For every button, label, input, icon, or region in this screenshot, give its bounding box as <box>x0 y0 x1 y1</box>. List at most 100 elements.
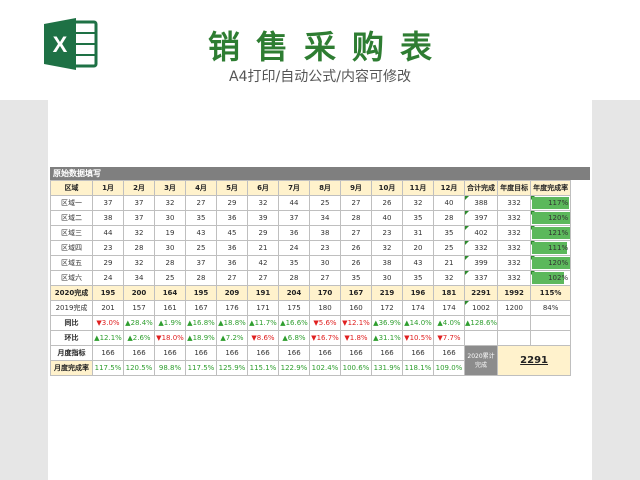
month-value[interactable]: 166 <box>433 345 465 361</box>
change-cell[interactable]: ▲18.8% <box>216 315 248 331</box>
month-value[interactable]: 29 <box>247 225 279 241</box>
column-header[interactable]: 6月 <box>247 180 279 196</box>
month-value[interactable]: 24 <box>278 240 310 256</box>
month-value[interactable]: 37 <box>185 255 217 271</box>
month-value[interactable]: 201 <box>92 300 124 316</box>
month-value[interactable]: 28 <box>154 255 186 271</box>
change-cell[interactable]: ▲6.8% <box>278 330 310 346</box>
month-value[interactable]: 30 <box>154 210 186 226</box>
column-header[interactable]: 4月 <box>185 180 217 196</box>
change-cell[interactable]: ▼10.5% <box>402 330 434 346</box>
month-value[interactable]: 37 <box>123 195 155 211</box>
change-cell[interactable]: ▼5.6% <box>309 315 341 331</box>
month-value[interactable]: 170 <box>309 285 341 301</box>
change-cell[interactable]: ▲16.6% <box>278 315 310 331</box>
month-value[interactable]: 166 <box>402 345 434 361</box>
column-header[interactable]: 区域 <box>50 180 93 196</box>
column-header[interactable]: 3月 <box>154 180 186 196</box>
month-value[interactable]: 38 <box>92 210 124 226</box>
month-value[interactable]: 171 <box>247 300 279 316</box>
change-cell[interactable]: ▼7.7% <box>433 330 465 346</box>
month-value[interactable]: 23 <box>92 240 124 256</box>
month-value[interactable]: 180 <box>309 300 341 316</box>
empty-cell[interactable] <box>530 330 572 346</box>
month-value[interactable]: 28 <box>433 210 465 226</box>
month-value[interactable]: 34 <box>123 270 155 286</box>
column-header[interactable]: 合计完成 <box>463 180 499 196</box>
month-value[interactable]: 117.5% <box>92 360 124 376</box>
target-value[interactable]: 332 <box>497 225 532 241</box>
month-value[interactable]: 27 <box>340 195 372 211</box>
month-value[interactable]: 36 <box>216 210 248 226</box>
rate-value[interactable]: 115% <box>530 285 572 301</box>
month-value[interactable]: 219 <box>371 285 403 301</box>
month-value[interactable]: 166 <box>154 345 186 361</box>
row-label[interactable]: 2019完成 <box>50 300 93 316</box>
month-value[interactable]: 29 <box>92 255 124 271</box>
month-value[interactable]: 23 <box>309 240 341 256</box>
total-value[interactable]: 402 <box>463 225 499 241</box>
change-cell[interactable]: ▲36.9% <box>371 315 403 331</box>
cumulative-label[interactable]: 2020累计完成 <box>463 345 499 376</box>
month-value[interactable]: 122.9% <box>278 360 310 376</box>
month-value[interactable]: 19 <box>154 225 186 241</box>
change-cell[interactable]: ▼3.0% <box>92 315 124 331</box>
month-value[interactable]: 166 <box>309 345 341 361</box>
month-value[interactable]: 32 <box>402 195 434 211</box>
rate-cell[interactable]: 121% <box>530 225 572 241</box>
month-value[interactable]: 27 <box>309 270 341 286</box>
month-value[interactable]: 174 <box>433 300 465 316</box>
month-value[interactable]: 174 <box>402 300 434 316</box>
cumulative-value[interactable]: 2291 <box>497 345 572 376</box>
row-label[interactable]: 环比 <box>50 330 93 346</box>
month-value[interactable]: 102.4% <box>309 360 341 376</box>
month-value[interactable]: 37 <box>92 195 124 211</box>
target-value[interactable]: 332 <box>497 195 532 211</box>
row-label[interactable]: 月度指标 <box>50 345 93 361</box>
month-value[interactable]: 43 <box>402 255 434 271</box>
change-cell[interactable]: ▲2.6% <box>123 330 155 346</box>
month-value[interactable]: 24 <box>92 270 124 286</box>
month-value[interactable]: 32 <box>123 255 155 271</box>
month-value[interactable]: 29 <box>216 195 248 211</box>
month-value[interactable]: 166 <box>247 345 279 361</box>
month-value[interactable]: 38 <box>371 255 403 271</box>
month-value[interactable]: 196 <box>402 285 434 301</box>
month-value[interactable]: 36 <box>216 255 248 271</box>
month-value[interactable]: 27 <box>185 195 217 211</box>
month-value[interactable]: 40 <box>433 195 465 211</box>
change-cell[interactable]: ▲16.8% <box>185 315 217 331</box>
month-value[interactable]: 21 <box>433 255 465 271</box>
month-value[interactable]: 32 <box>154 195 186 211</box>
row-label[interactable]: 月度完成率 <box>50 360 93 376</box>
target-value[interactable]: 1200 <box>497 300 532 316</box>
region-name[interactable]: 区域一 <box>50 195 93 211</box>
target-value[interactable]: 332 <box>497 240 532 256</box>
month-value[interactable]: 26 <box>371 195 403 211</box>
month-value[interactable]: 25 <box>309 195 341 211</box>
empty-cell[interactable] <box>497 315 532 331</box>
row-label[interactable]: 同比 <box>50 315 93 331</box>
rate-value[interactable]: 84% <box>530 300 572 316</box>
month-value[interactable]: 37 <box>278 210 310 226</box>
change-cell[interactable]: ▲31.1% <box>371 330 403 346</box>
rate-cell[interactable]: 102% <box>530 270 572 286</box>
month-value[interactable]: 28 <box>123 240 155 256</box>
month-value[interactable]: 166 <box>185 345 217 361</box>
month-value[interactable]: 98.8% <box>154 360 186 376</box>
change-cell[interactable]: ▲12.1% <box>92 330 124 346</box>
month-value[interactable]: 28 <box>185 270 217 286</box>
month-value[interactable]: 38 <box>309 225 341 241</box>
change-cell[interactable]: ▲128.6% <box>463 315 499 331</box>
month-value[interactable]: 44 <box>92 225 124 241</box>
month-value[interactable]: 100.6% <box>340 360 372 376</box>
total-value[interactable]: 332 <box>463 240 499 256</box>
month-value[interactable]: 35 <box>278 255 310 271</box>
month-value[interactable]: 34 <box>309 210 341 226</box>
month-value[interactable]: 167 <box>340 285 372 301</box>
month-value[interactable]: 28 <box>278 270 310 286</box>
month-value[interactable]: 40 <box>371 210 403 226</box>
month-value[interactable]: 200 <box>123 285 155 301</box>
month-value[interactable]: 166 <box>123 345 155 361</box>
column-header[interactable]: 1月 <box>92 180 124 196</box>
